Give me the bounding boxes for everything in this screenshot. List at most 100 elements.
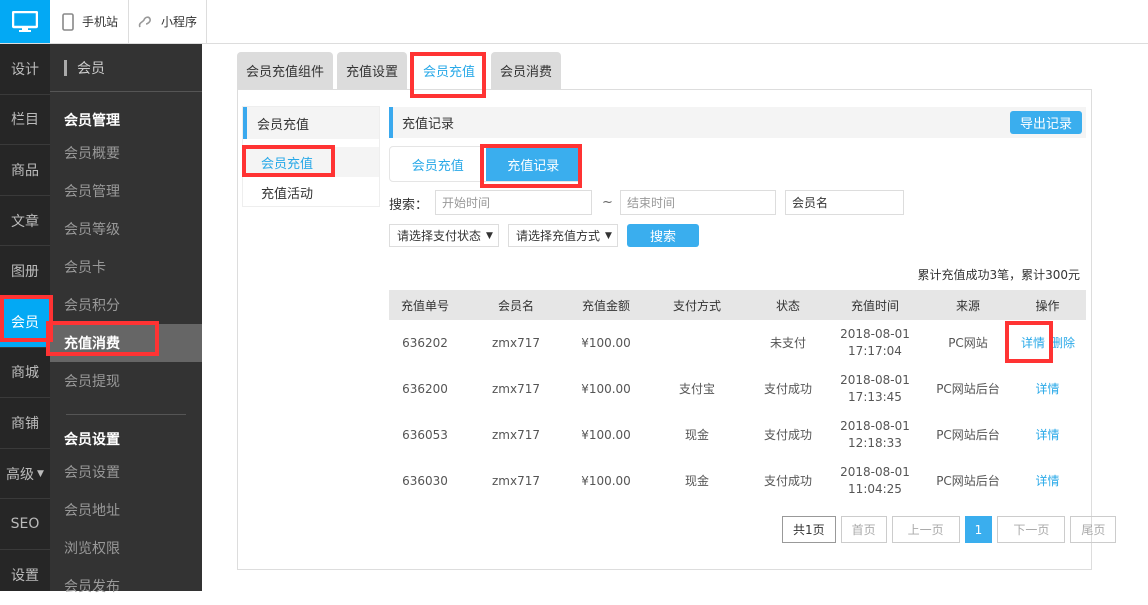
highlight-detail-link: [1005, 321, 1053, 363]
amount: ¥100.00: [581, 381, 631, 396]
current-page-button[interactable]: 1: [964, 516, 993, 543]
pay-status-select[interactable]: 请选择支付状态 ▼: [389, 224, 499, 247]
subnav-link[interactable]: 浏览权限: [50, 529, 202, 567]
side-menu-recharge-activity[interactable]: 充值活动: [243, 177, 379, 207]
recharge-records-table: 充值单号 会员名 充值金额 支付方式 状态 充值时间 来源 操作 636202 …: [389, 290, 1086, 504]
mobile-icon: [62, 12, 74, 31]
last-page-button[interactable]: 尾页: [1070, 516, 1117, 543]
member-name: zmx717: [492, 427, 540, 442]
subnav-title: 会员: [50, 44, 202, 92]
col-actions: 操作: [1009, 290, 1086, 320]
next-page-button[interactable]: 下一页: [997, 516, 1066, 543]
nav-article[interactable]: 文章: [0, 196, 50, 247]
pay-status-value: 请选择支付状态: [397, 229, 482, 243]
date-separator: ~: [602, 195, 613, 210]
title-bar-marker: [64, 59, 67, 76]
desktop-logo[interactable]: [0, 0, 50, 43]
pay-method: [641, 320, 753, 366]
status: 支付成功: [763, 473, 812, 488]
col-source: 来源: [927, 290, 1009, 320]
section-header: 充值记录: [389, 107, 1086, 138]
nav-label: 设计: [11, 61, 39, 78]
start-time-input[interactable]: 开始时间: [435, 190, 592, 215]
subnav-link[interactable]: 会员地址: [50, 491, 202, 529]
pay-method-value: 请选择充值方式: [516, 229, 601, 243]
subnav-link[interactable]: 会员设置: [50, 453, 202, 491]
subtab-member-recharge[interactable]: 会员充值: [390, 147, 486, 181]
subnav-link[interactable]: 会员积分: [50, 286, 202, 324]
actions: 详情: [1009, 458, 1086, 504]
export-records-button[interactable]: 导出记录: [1010, 111, 1082, 134]
subnav-link[interactable]: 会员管理: [50, 172, 202, 210]
nav-column[interactable]: 栏目: [0, 95, 50, 146]
order-no: 636202: [402, 335, 448, 350]
member-name: zmx717: [492, 473, 540, 488]
subnav-link[interactable]: 会员提现: [50, 362, 202, 400]
mini-program-label: 小程序: [161, 15, 198, 29]
nav-label: 设置: [11, 568, 39, 585]
source: PC网站后台: [936, 473, 1000, 488]
tab-recharge-widget[interactable]: 会员充值组件: [237, 52, 334, 89]
highlight-recharge-consume: [46, 321, 159, 356]
status: 支付成功: [763, 427, 812, 442]
delete-link[interactable]: 删除: [1051, 336, 1075, 350]
source: PC网站后台: [936, 381, 1000, 396]
nav-seo[interactable]: SEO: [0, 499, 50, 550]
amount: ¥100.00: [581, 427, 631, 442]
side-menu-title: 会员充值: [243, 107, 379, 139]
nav-album[interactable]: 图册: [0, 246, 50, 297]
subnav-link[interactable]: 会员概要: [50, 134, 202, 172]
nav-mall[interactable]: 商城: [0, 348, 50, 399]
actions: 详情: [1009, 412, 1086, 458]
member-name-input[interactable]: 会员名: [785, 190, 904, 215]
detail-link[interactable]: 详情: [1035, 428, 1059, 442]
group-title: 会员设置: [64, 432, 120, 448]
end-time-input[interactable]: 结束时间: [620, 190, 776, 215]
col-pay-method: 支付方式: [641, 290, 753, 320]
table-row: 636200 zmx717 ¥100.00 支付宝 支付成功 2018-08-0…: [389, 366, 1086, 412]
tab-recharge-settings[interactable]: 充值设置: [337, 52, 408, 89]
pay-method: 支付宝: [678, 381, 715, 396]
prev-page-button[interactable]: 上一页: [891, 516, 960, 543]
subnav-link[interactable]: 会员卡: [50, 248, 202, 286]
recharge-time: 2018-08-01 17:13:45: [823, 366, 927, 412]
detail-link[interactable]: 详情: [1035, 474, 1059, 488]
highlight-tab-member-recharge: [410, 52, 486, 98]
date: 2018-08-01: [840, 327, 910, 341]
time: 12:18:33: [848, 436, 902, 450]
detail-link[interactable]: 详情: [1035, 382, 1059, 396]
order-no: 636200: [402, 381, 448, 396]
highlight-side-member-recharge: [242, 145, 335, 177]
nav-label: 商铺: [11, 415, 39, 432]
first-page-button[interactable]: 首页: [840, 516, 887, 543]
member-name: zmx717: [492, 381, 540, 396]
col-status: 状态: [753, 290, 823, 320]
subnav-link[interactable]: 会员等级: [50, 210, 202, 248]
pay-method-select[interactable]: 请选择充值方式 ▼: [508, 224, 618, 247]
subnav-link[interactable]: 会员发布: [50, 567, 202, 605]
group-title: 会员管理: [64, 113, 120, 129]
member-subnav: 会员 会员管理 会员概要 会员管理 会员等级 会员卡 会员积分 充值消费 会员提…: [50, 44, 202, 595]
nav-label: 商城: [11, 365, 39, 382]
monitor-icon: [12, 10, 38, 32]
mini-program-tab[interactable]: 小程序: [129, 0, 207, 43]
nav-settings[interactable]: 设置: [0, 550, 50, 601]
search-button[interactable]: 搜索: [627, 224, 699, 247]
nav-design[interactable]: 设计: [0, 44, 50, 95]
mobile-site-tab[interactable]: 手机站: [50, 0, 129, 43]
nav-shop[interactable]: 商铺: [0, 398, 50, 449]
col-member: 会员名: [461, 290, 571, 320]
source: PC网站后台: [936, 427, 1000, 442]
date: 2018-08-01: [840, 373, 910, 387]
nav-advanced[interactable]: 高级 ▼: [0, 449, 50, 500]
nav-goods[interactable]: 商品: [0, 145, 50, 196]
date: 2018-08-01: [840, 465, 910, 479]
tab-member-consume[interactable]: 会员消费: [491, 52, 562, 89]
table-row: 636030 zmx717 ¥100.00 现金 支付成功 2018-08-01…: [389, 458, 1086, 504]
mobile-site-label: 手机站: [82, 15, 119, 29]
recharge-time: 2018-08-01 11:04:25: [823, 458, 927, 504]
time: 11:04:25: [848, 482, 902, 496]
nav-label: 文章: [11, 213, 39, 230]
actions: 详情: [1009, 366, 1086, 412]
caret-down-icon: ▼: [605, 230, 612, 241]
